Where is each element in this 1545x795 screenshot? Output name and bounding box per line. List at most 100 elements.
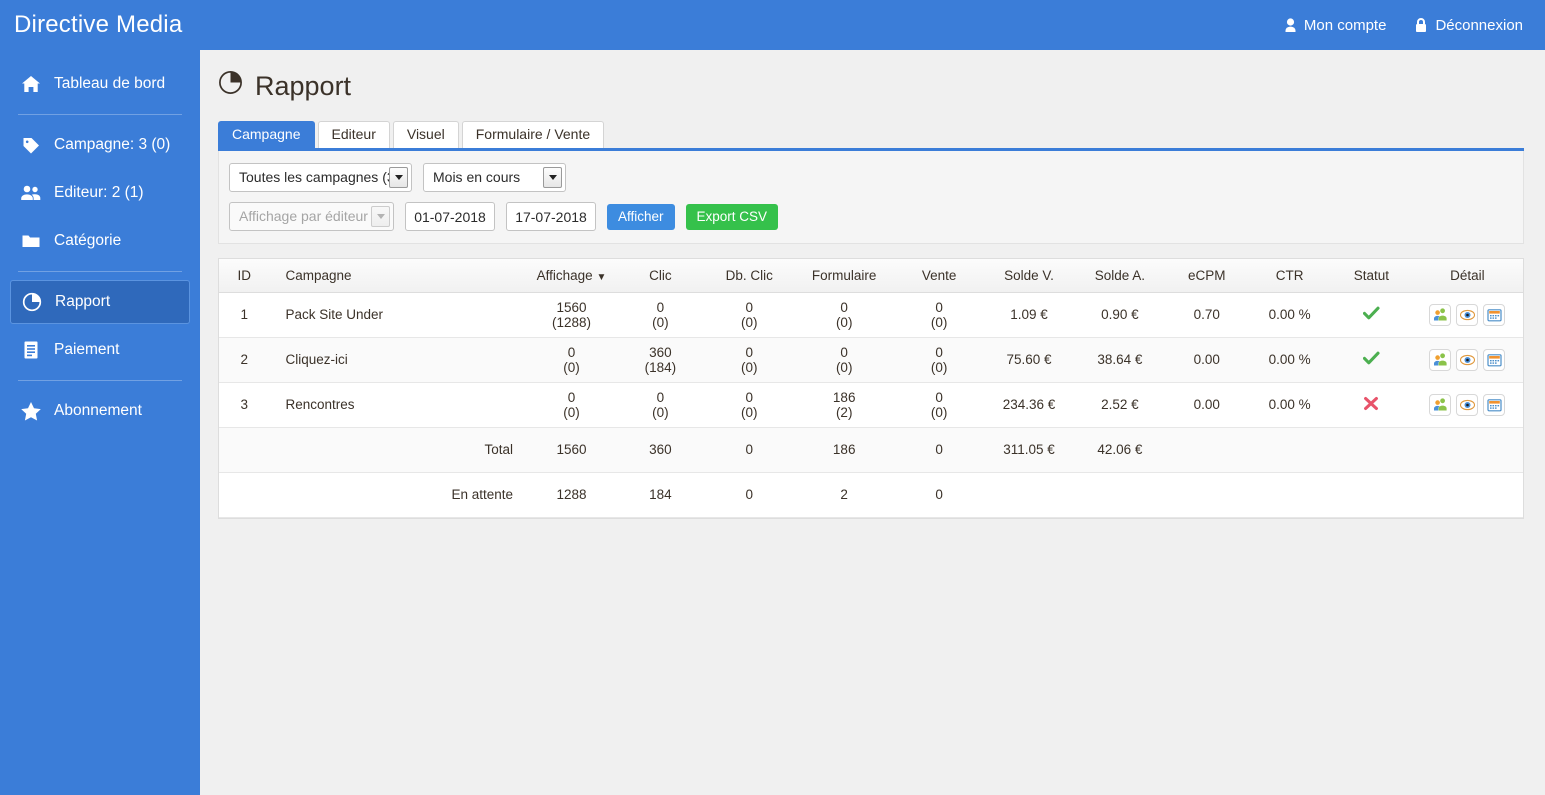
editor-select-placeholder: Affichage par éditeur (239, 208, 368, 224)
vente-pending: (0) (930, 314, 948, 330)
page-title: Rapport (200, 50, 1545, 102)
logout-link[interactable]: Déconnexion (1414, 17, 1523, 34)
vente-value: 0 (935, 389, 943, 405)
cell-db-clic: 0 (0) (704, 292, 794, 338)
clic-value: 0 (656, 389, 665, 405)
my-account-link[interactable]: Mon compte (1284, 17, 1386, 34)
sidebar-item-abonnement[interactable]: Abonnement (10, 389, 190, 433)
pie-chart-icon (21, 292, 43, 312)
sidebar-item-tableau-de-bord[interactable]: Tableau de bord (10, 62, 190, 106)
formulaire-value: 0 (840, 344, 848, 360)
col-affichage[interactable]: Affichage ▼ (527, 259, 616, 293)
col-solde-v[interactable]: Solde V. (983, 259, 1075, 293)
calendar-icon[interactable] (1483, 393, 1506, 416)
users-group-icon[interactable] (1429, 393, 1452, 416)
cell-clic: 0 (0) (615, 382, 705, 428)
clic-pending: (0) (652, 314, 669, 330)
col-campagne[interactable]: Campagne (269, 259, 528, 293)
col-formulaire[interactable]: Formulaire (793, 259, 895, 293)
export-csv-button[interactable]: Export CSV (685, 203, 779, 230)
eye-icon[interactable] (1456, 348, 1479, 371)
sidebar: Tableau de bord Campagne: 3 (0) Editeur:… (0, 50, 200, 795)
sidebar-item-label: Catégorie (54, 232, 122, 249)
date-to-input[interactable] (506, 202, 596, 231)
pie-chart-icon (218, 70, 243, 102)
sidebar-item-label: Abonnement (54, 402, 142, 419)
affichage-value: 1560 (556, 299, 587, 315)
total-statut (1331, 427, 1412, 473)
col-solde-a[interactable]: Solde A. (1074, 259, 1166, 293)
cell-ecpm: 0.00 (1165, 337, 1249, 383)
tab-editeur[interactable]: Editeur (317, 121, 390, 148)
campaign-select[interactable]: Toutes les campagnes (3) (229, 163, 412, 192)
sidebar-item-campagne[interactable]: Campagne: 3 (0) (10, 123, 190, 167)
users-group-icon[interactable] (1429, 348, 1452, 371)
col-id[interactable]: ID (219, 259, 270, 293)
users-group-icon[interactable] (1429, 303, 1452, 326)
lock-icon (1414, 17, 1428, 33)
sidebar-divider-1 (18, 114, 182, 115)
status-badge (1331, 292, 1412, 338)
pending-ecpm (1165, 472, 1249, 518)
period-select[interactable]: Mois en cours (423, 163, 566, 192)
status-badge (1331, 337, 1412, 383)
pending-affichage: 1288 (527, 472, 616, 518)
tab-formulaire-vente[interactable]: Formulaire / Vente (461, 121, 605, 148)
affichage-value: 0 (567, 344, 576, 360)
pending-db-clic: 0 (704, 472, 794, 518)
pending-formulaire: 2 (793, 472, 895, 518)
cell-detail (1411, 382, 1523, 428)
sidebar-item-paiement[interactable]: Paiement (10, 328, 190, 372)
db-clic-value: 0 (745, 344, 753, 360)
clic-pending: (184) (644, 359, 677, 375)
total-label: Total (269, 427, 528, 473)
sidebar-item-label: Paiement (54, 341, 120, 358)
sidebar-divider-2 (18, 271, 182, 272)
eye-icon[interactable] (1456, 303, 1479, 326)
cell-ecpm: 0.70 (1165, 292, 1249, 338)
col-vente[interactable]: Vente (894, 259, 984, 293)
page-title-text: Rapport (255, 70, 352, 101)
sort-desc-icon: ▼ (596, 271, 607, 283)
col-ecpm[interactable]: eCPM (1165, 259, 1249, 293)
cell-solde-v: 234.36 € (983, 382, 1075, 428)
date-from-input[interactable] (405, 202, 495, 231)
col-db-clic[interactable]: Db. Clic (704, 259, 794, 293)
cell-formulaire: 0 (0) (793, 337, 895, 383)
total-vente: 0 (894, 427, 984, 473)
formulaire-pending: (0) (835, 359, 853, 375)
formulaire-value: 0 (840, 299, 848, 315)
col-clic[interactable]: Clic (615, 259, 705, 293)
tab-campagne[interactable]: Campagne (218, 121, 315, 148)
eye-icon[interactable] (1456, 393, 1479, 416)
col-ctr[interactable]: CTR (1248, 259, 1331, 293)
cell-campagne[interactable]: Cliquez-ici (269, 337, 528, 383)
calendar-icon[interactable] (1483, 348, 1506, 371)
total-clic: 360 (615, 427, 705, 473)
star-icon (20, 401, 42, 422)
cell-vente: 0 (0) (894, 382, 984, 428)
red-cross-icon (1363, 396, 1379, 414)
pending-spacer (219, 472, 270, 518)
vente-pending: (0) (930, 359, 948, 375)
brand-logo[interactable]: Directive Media (0, 11, 200, 39)
report-table-head: ID Campagne Affichage ▼ Clic Db. Clic Fo… (219, 259, 1523, 293)
cell-campagne[interactable]: Rencontres (269, 382, 528, 428)
sidebar-item-editeur[interactable]: Editeur: 2 (1) (10, 171, 190, 215)
afficher-button[interactable]: Afficher (607, 203, 675, 230)
sidebar-item-label: Campagne: 3 (0) (54, 136, 171, 153)
cell-campagne[interactable]: Pack Site Under (269, 292, 528, 338)
status-badge (1331, 382, 1412, 428)
calendar-icon[interactable] (1483, 303, 1506, 326)
table-row: 1 Pack Site Under 1560 (1288) 0 (0) 0 (0… (219, 292, 1523, 338)
sidebar-item-categorie[interactable]: Catégorie (10, 219, 190, 263)
cell-ctr: 0.00 % (1248, 337, 1331, 383)
tag-icon (20, 136, 42, 154)
col-statut: Statut (1331, 259, 1412, 293)
chevron-down-icon (371, 206, 390, 227)
tab-visuel[interactable]: Visuel (392, 121, 459, 148)
total-solde-v: 311.05 € (983, 427, 1075, 473)
clic-value: 360 (649, 344, 672, 360)
main-content: Rapport Campagne Editeur Visuel Formulai… (200, 50, 1545, 795)
sidebar-item-rapport[interactable]: Rapport (10, 280, 190, 324)
